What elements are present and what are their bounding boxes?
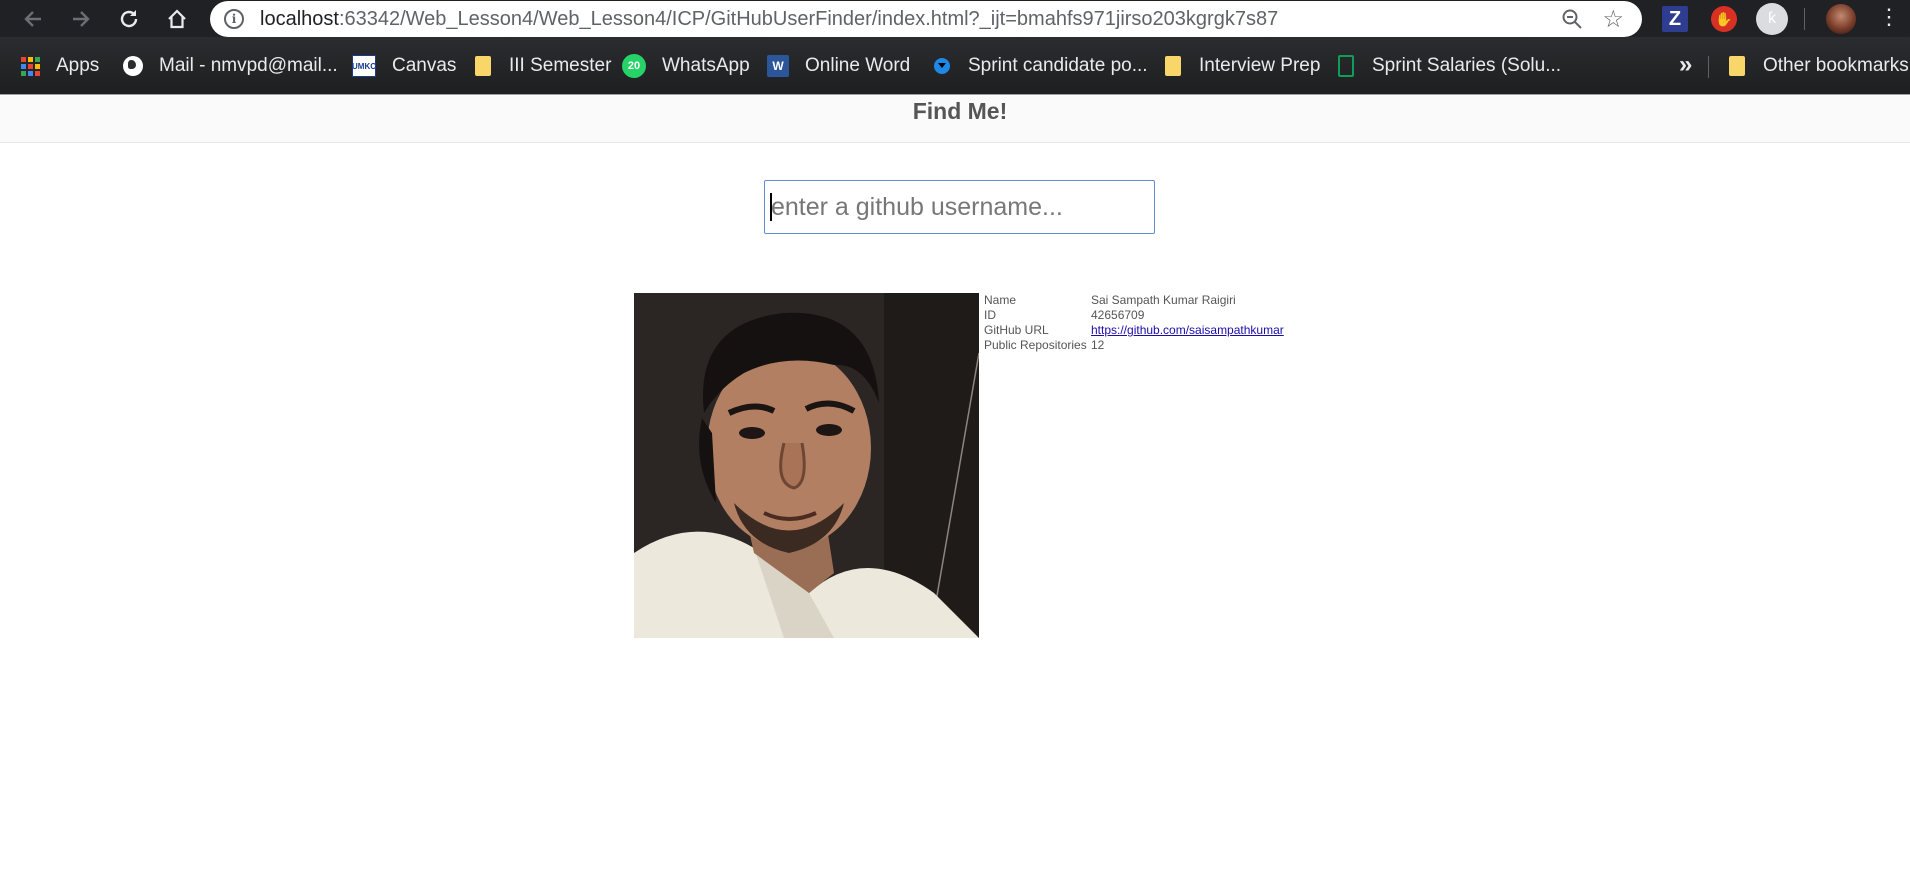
- address-bar[interactable]: i localhost:63342/Web_Lesson4/Web_Lesson…: [210, 1, 1642, 37]
- sprint-icon: [932, 56, 952, 76]
- star-icon[interactable]: ☆: [1602, 5, 1624, 34]
- github-url-link[interactable]: https://github.com/saisampathkumar: [1091, 323, 1284, 337]
- url-text[interactable]: localhost:63342/Web_Lesson4/Web_Lesson4/…: [260, 8, 1278, 31]
- toolbar-divider: [1804, 8, 1805, 30]
- github-username-input[interactable]: [764, 180, 1155, 234]
- forward-arrow-icon[interactable]: [66, 4, 96, 34]
- bookmarks-overflow-button[interactable]: »: [1679, 51, 1692, 79]
- folder-icon: [473, 56, 493, 76]
- sheets-icon: [1336, 55, 1356, 77]
- whatsapp-icon: 20: [622, 54, 646, 78]
- user-details-table: Name Sai Sampath Kumar Raigiri ID 426567…: [984, 293, 1286, 353]
- kebab-menu-icon[interactable]: ⋮: [1878, 6, 1900, 28]
- canvas-icon: UMKC: [352, 55, 376, 77]
- bookmark-label: Mail - nmvpd@mail...: [159, 55, 338, 76]
- info-icon[interactable]: i: [224, 9, 244, 29]
- apps-grid-icon: [20, 56, 40, 76]
- zoom-icon[interactable]: [1560, 7, 1584, 31]
- id-value: 42656709: [1091, 308, 1145, 322]
- bookmark-whatsapp[interactable]: 20 WhatsApp: [622, 54, 750, 78]
- bookmarks-bar: Apps Mail - nmvpd@mail... UMKC Canvas II…: [0, 37, 1910, 95]
- bookmarks-divider: [1708, 56, 1709, 78]
- reload-icon[interactable]: [114, 4, 144, 34]
- profile-avatar[interactable]: [1826, 4, 1856, 34]
- name-label: Name: [984, 293, 1017, 307]
- grey-extension-icon[interactable]: ƙ: [1756, 3, 1788, 35]
- bookmark-label: Interview Prep: [1199, 55, 1321, 76]
- bookmark-mail[interactable]: Mail - nmvpd@mail...: [123, 55, 338, 77]
- bookmark-online-word[interactable]: W Online Word: [767, 55, 910, 77]
- table-row: ID 42656709: [984, 308, 1286, 323]
- bookmark-sprint-candidate[interactable]: Sprint candidate po...: [932, 55, 1148, 77]
- back-arrow-icon[interactable]: [18, 4, 48, 34]
- page-header: Find Me!: [0, 96, 1910, 143]
- bookmark-interview-prep[interactable]: Interview Prep: [1163, 55, 1320, 77]
- z-extension-label: Z: [1668, 7, 1682, 30]
- bookmark-label: III Semester: [509, 55, 612, 76]
- bookmark-label: Sprint Salaries (Solu...: [1372, 55, 1562, 76]
- stop-hand-extension-icon[interactable]: ✋: [1711, 6, 1737, 32]
- globe-icon: [123, 56, 143, 76]
- bookmark-iii-semester[interactable]: III Semester: [473, 55, 611, 77]
- bookmark-label: Sprint candidate po...: [968, 55, 1148, 76]
- public-repos-label: Public Repositories: [984, 338, 1087, 352]
- github-url-label: GitHub URL: [984, 323, 1049, 337]
- url-path: :63342/Web_Lesson4/Web_Lesson4/ICP/GitHu…: [338, 8, 1279, 30]
- folder-icon: [1163, 56, 1183, 76]
- bookmark-other[interactable]: Other bookmarks: [1727, 55, 1909, 77]
- whatsapp-badge: 20: [627, 60, 641, 72]
- bookmark-apps[interactable]: Apps: [20, 55, 99, 77]
- url-host: localhost: [260, 8, 339, 30]
- bookmark-label: Online Word: [805, 55, 911, 76]
- browser-toolbar: i localhost:63342/Web_Lesson4/Web_Lesson…: [0, 0, 1910, 37]
- bookmark-label: Apps: [56, 55, 100, 76]
- bookmark-sprint-salaries[interactable]: Sprint Salaries (Solu...: [1336, 55, 1561, 77]
- public-repos-value: 12: [1091, 338, 1105, 352]
- table-row: Name Sai Sampath Kumar Raigiri: [984, 293, 1286, 308]
- user-avatar: [634, 293, 979, 638]
- bookmark-canvas[interactable]: UMKC Canvas: [352, 55, 456, 77]
- page-title: Find Me!: [912, 98, 1008, 124]
- id-label: ID: [984, 308, 996, 322]
- table-row: Public Repositories 12: [984, 338, 1286, 353]
- name-value: Sai Sampath Kumar Raigiri: [1091, 293, 1236, 307]
- bookmark-label: Other bookmarks: [1763, 55, 1909, 76]
- home-icon[interactable]: [162, 4, 192, 34]
- text-caret: [770, 193, 772, 221]
- bookmark-label: WhatsApp: [662, 55, 750, 76]
- bookmark-label: Canvas: [392, 55, 457, 76]
- word-icon: W: [767, 55, 789, 77]
- z-extension-icon[interactable]: Z: [1662, 6, 1688, 32]
- github-url-cell: https://github.com/saisampathkumar: [1091, 323, 1286, 338]
- folder-icon: [1727, 56, 1747, 76]
- table-row: GitHub URL https://github.com/saisampath…: [984, 323, 1286, 338]
